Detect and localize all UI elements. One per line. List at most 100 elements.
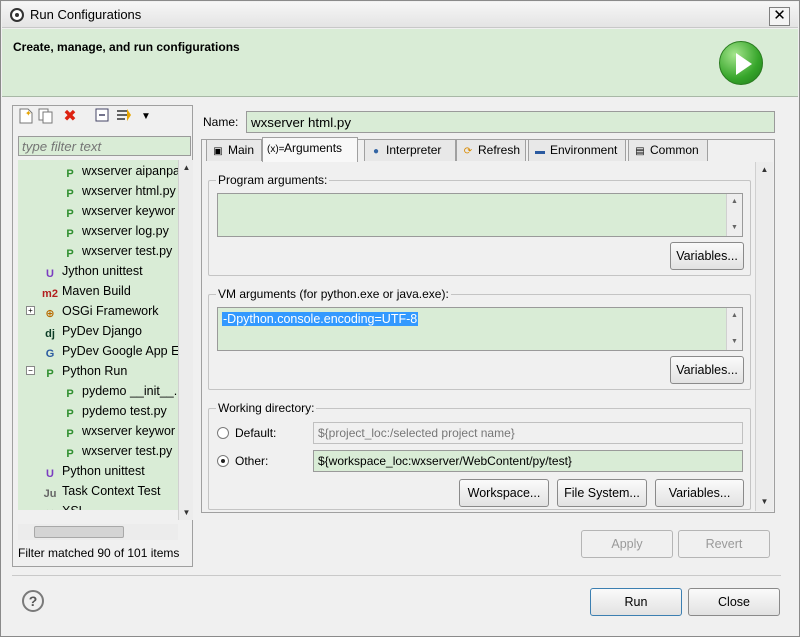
expand-icon[interactable]: + (26, 306, 35, 315)
help-icon[interactable]: ? (22, 590, 44, 612)
other-radio[interactable] (217, 455, 229, 467)
config-type-icon: P (66, 208, 74, 220)
tree-item-label: Maven Build (62, 284, 131, 298)
run-icon (719, 41, 763, 85)
vm-arguments-scrollbar[interactable]: ▲ ▼ (726, 308, 742, 350)
apply-button[interactable]: Apply (581, 530, 673, 558)
svg-text:✦: ✦ (25, 109, 32, 118)
workspace-button[interactable]: Workspace... (459, 479, 549, 507)
tab-interpreter[interactable]: ● Interpreter (364, 139, 456, 161)
tree-item[interactable]: ⊕ OSGi Framework (42, 301, 159, 321)
tree-horizontal-scrollbar[interactable] (18, 524, 178, 540)
default-label: Default: (235, 426, 277, 440)
tree-item[interactable]: P Python Run (42, 361, 127, 381)
window-title: Run Configurations (30, 7, 142, 22)
vm-arguments-title: VM arguments (for python.exe or java.exe… (216, 287, 451, 301)
dropdown-menu-icon[interactable]: ▼ (137, 108, 155, 126)
config-type-icon: P (66, 168, 74, 180)
config-type-icon: m2 (42, 288, 58, 300)
tree-item[interactable]: Ppydemo __init__.p (62, 381, 178, 401)
default-directory-field: ${project_loc:/selected project name} (313, 422, 743, 444)
tab-refresh[interactable]: ⟳ Refresh (456, 139, 526, 161)
tree-item-label: PyDev Google App E (62, 344, 178, 358)
tree-item[interactable]: G PyDev Google App E (42, 341, 178, 361)
tab-environment[interactable]: ▬ Environment (528, 139, 626, 161)
config-type-icon: G (45, 348, 55, 360)
filter-input[interactable] (18, 136, 191, 156)
name-field[interactable] (246, 111, 775, 133)
tree-item[interactable]: U Python unittest (42, 461, 145, 481)
tab-common[interactable]: ▤ Common (628, 139, 708, 161)
scroll-up-arrow[interactable]: ▲ (757, 162, 772, 177)
name-label: Name: (203, 115, 239, 129)
tree-item[interactable]: m2 Maven Build (42, 281, 131, 301)
scroll-up-arrow[interactable]: ▲ (727, 194, 742, 210)
tab-main[interactable]: ▣ Main (206, 139, 262, 161)
tree-item-label: pydemo __init__.p (82, 384, 178, 398)
scroll-up-arrow[interactable]: ▲ (179, 160, 194, 175)
tree-item[interactable]: Pwxserver keywor (62, 421, 175, 441)
scroll-down-arrow[interactable]: ▼ (757, 494, 772, 509)
file-system-button[interactable]: File System... (557, 479, 647, 507)
tree-item-label: wxserver keywor (82, 424, 176, 438)
tree-item[interactable]: dj PyDev Django (42, 321, 142, 341)
delete-icon[interactable]: ✖ (61, 108, 79, 126)
config-type-icon: dj (45, 328, 55, 340)
close-button[interactable]: Close (688, 588, 780, 616)
vm-variables-button[interactable]: Variables... (670, 356, 744, 384)
interpreter-tab-icon: ● (372, 146, 380, 157)
tree-item[interactable]: Ju Task Context Test (42, 481, 161, 501)
tree-item[interactable]: Pwxserver log.py (62, 221, 169, 241)
config-type-icon: P (66, 428, 74, 440)
configuration-list-panel: ✦ ✖ ▼ Pwxserver aipanpaPwxserver html.py… (12, 105, 193, 567)
tree-item[interactable]: ✕ XSL (42, 501, 85, 510)
config-type-icon: P (46, 368, 54, 380)
config-type-icon: P (66, 388, 74, 400)
tree-item-label: pydemo test.py (82, 404, 167, 418)
tree-vertical-scrollbar[interactable]: ▲ ▼ (178, 160, 193, 520)
program-arguments-scrollbar[interactable]: ▲ ▼ (726, 194, 742, 236)
other-directory-field[interactable]: ${workspace_loc:wxserver/WebContent/py/t… (313, 450, 743, 472)
arguments-tab-content: Program arguments: ▲ ▼ Variables... VM a… (206, 164, 756, 510)
revert-button[interactable]: Revert (678, 530, 770, 558)
default-radio[interactable] (217, 427, 229, 439)
config-type-icon: Ju (43, 488, 57, 500)
duplicate-icon[interactable] (37, 108, 55, 126)
tree-item-label: OSGi Framework (62, 304, 159, 318)
tree-item[interactable]: U Jython unittest (42, 261, 143, 281)
tab-arguments[interactable]: (x)=Arguments (262, 137, 358, 162)
config-type-icon: P (66, 448, 74, 460)
common-tab-icon: ▤ (635, 146, 645, 157)
tree-item[interactable]: Pwxserver aipanpa (62, 161, 178, 181)
vm-arguments-input[interactable]: -Dpython.console.encoding=UTF-8 ▲ ▼ (217, 307, 743, 351)
title-bar: Run Configurations (2, 2, 798, 28)
filter-icon[interactable] (115, 108, 133, 126)
workdir-variables-button[interactable]: Variables... (655, 479, 744, 507)
arguments-vertical-scrollbar[interactable]: ▲ ▼ (755, 162, 773, 511)
tree-item-label: wxserver log.py (82, 224, 169, 238)
scroll-down-arrow[interactable]: ▼ (179, 505, 194, 520)
tree-item[interactable]: Pwxserver html.py (62, 181, 176, 201)
program-arguments-input[interactable]: ▲ ▼ (217, 193, 743, 237)
new-config-icon[interactable]: ✦ (17, 108, 35, 126)
config-type-icon: ✕ (42, 507, 58, 510)
scroll-down-arrow[interactable]: ▼ (727, 220, 742, 236)
collapse-all-icon[interactable] (93, 108, 111, 126)
horizontal-scroll-thumb[interactable] (34, 526, 124, 538)
close-window-button[interactable]: ✕ (769, 7, 790, 26)
tree-item[interactable]: Ppydemo test.py (62, 401, 167, 421)
tree-item-label: Task Context Test (62, 484, 161, 498)
tree-item[interactable]: Pwxserver test.py (62, 241, 172, 261)
scroll-down-arrow[interactable]: ▼ (727, 334, 742, 350)
main-tab-icon: ▣ (213, 146, 223, 157)
tree-item[interactable]: Pwxserver keywor (62, 201, 175, 221)
run-button[interactable]: Run (590, 588, 682, 616)
program-variables-button[interactable]: Variables... (670, 242, 744, 270)
collapse-icon[interactable]: − (26, 366, 35, 375)
tree-item[interactable]: Pwxserver test.py (62, 441, 172, 461)
configuration-tree: Pwxserver aipanpa Pwxserver html.py Pwxser… (18, 160, 178, 510)
tree-item-label: wxserver keywor (82, 204, 176, 218)
config-type-icon: P (66, 228, 74, 240)
arguments-tab-icon: (x)= (267, 144, 285, 155)
scroll-up-arrow[interactable]: ▲ (727, 308, 742, 324)
